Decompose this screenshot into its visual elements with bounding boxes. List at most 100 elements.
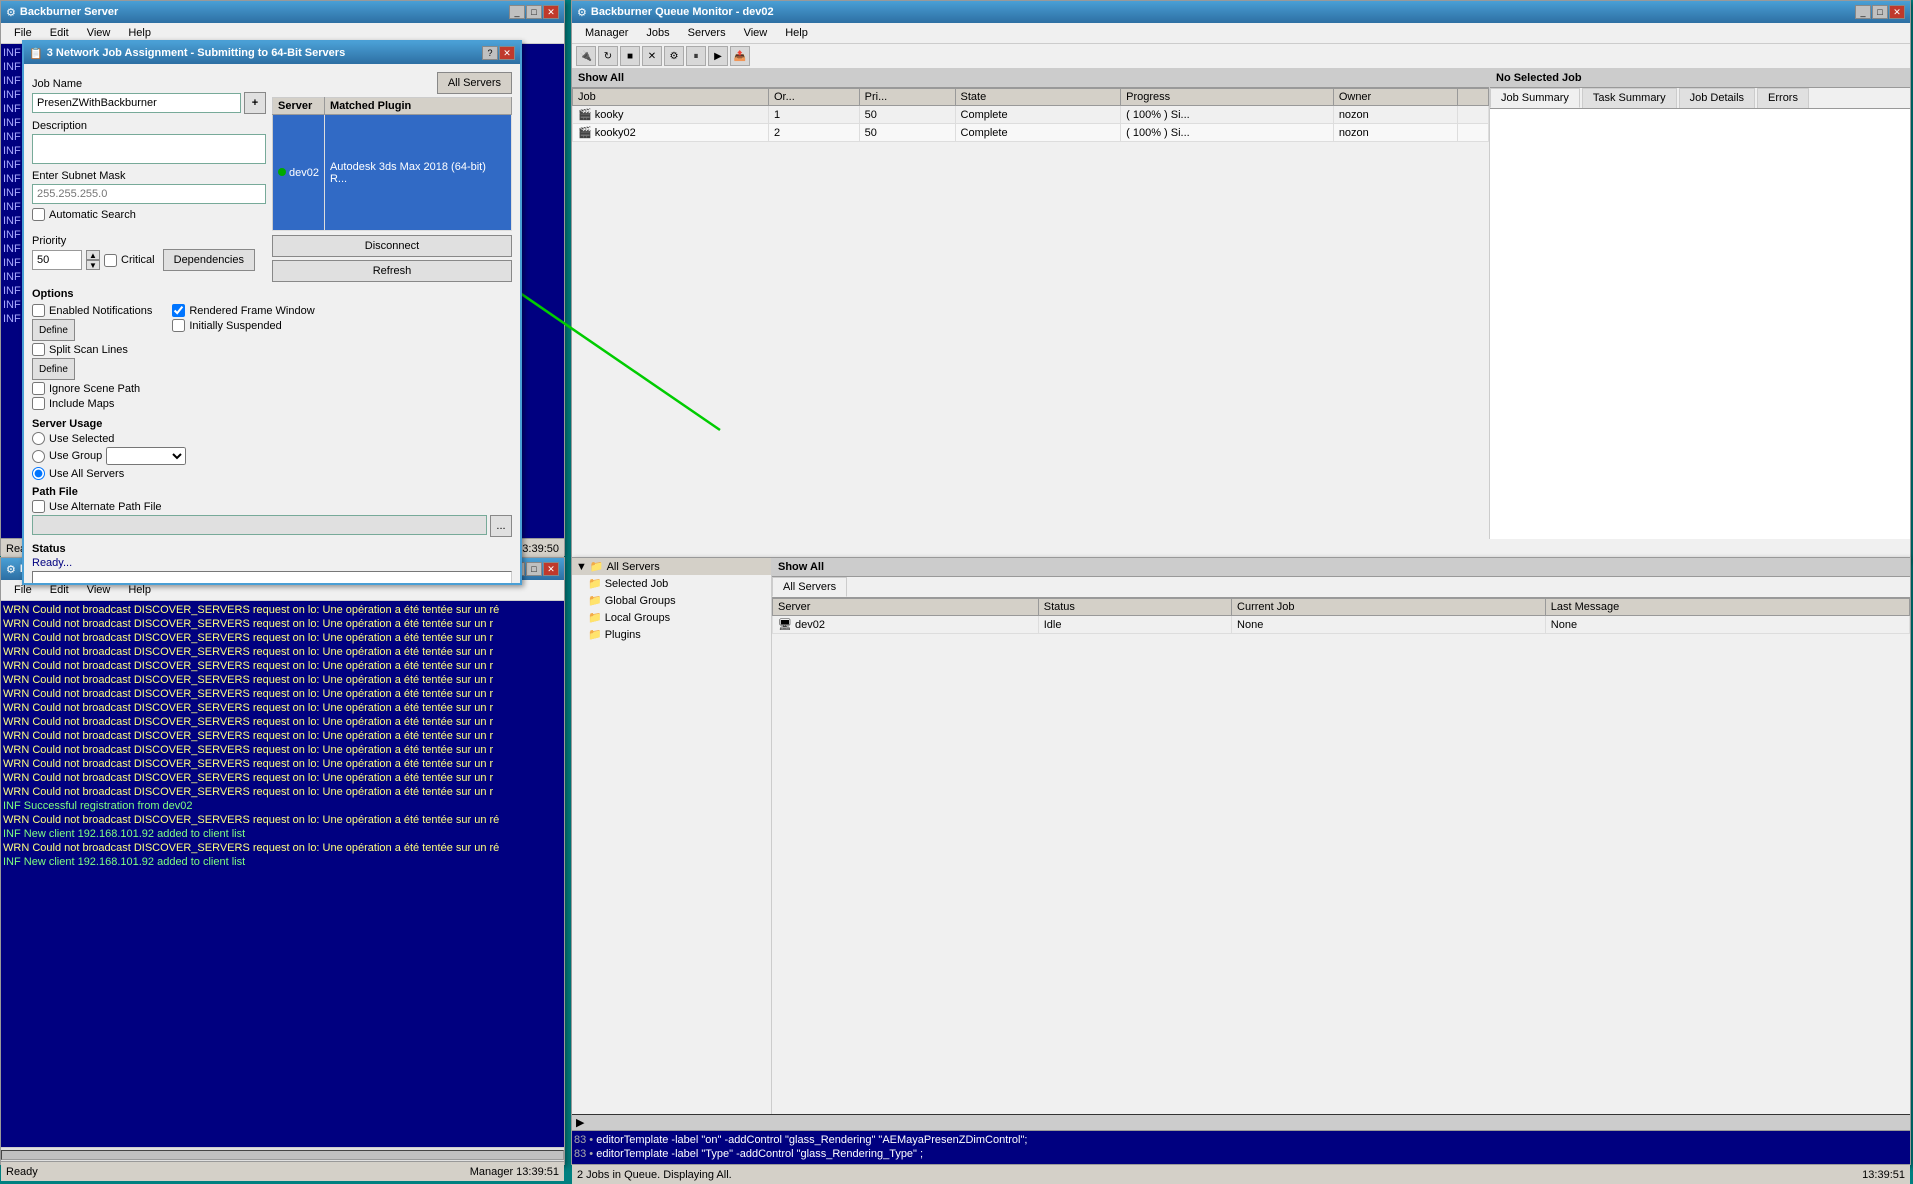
ignore-scene-path-checkbox[interactable] [32, 382, 45, 395]
green-dot-icon [278, 168, 286, 176]
menu-jobs[interactable]: Jobs [638, 25, 677, 41]
backburner-queue-monitor-window: ⚙ Backburner Queue Monitor - dev02 _ □ ✕… [571, 0, 1911, 560]
bottom-log-content: 83 • editorTemplate -label "on" -addCont… [572, 1131, 1910, 1163]
queue-monitor-bottom: ▼ 📁 All Servers 📁 Selected Job 📁 Global … [571, 557, 1911, 1165]
initially-suspended-checkbox[interactable] [172, 319, 185, 332]
path-file-input[interactable] [32, 515, 487, 535]
group-select[interactable] [106, 447, 186, 465]
priority-down-btn[interactable]: ▼ [86, 260, 100, 270]
queue-minimize-btn[interactable]: _ [1855, 5, 1871, 19]
tab-task-summary[interactable]: Task Summary [1582, 88, 1677, 108]
queue-maximize-btn[interactable]: □ [1872, 5, 1888, 19]
menu-manager[interactable]: Manager [577, 25, 636, 41]
path-browse-btn[interactable]: ... [490, 515, 512, 537]
disconnect-btn[interactable]: Disconnect [272, 235, 512, 257]
manager-scrollbar[interactable] [1, 1147, 564, 1161]
priority-input[interactable] [32, 250, 82, 270]
menu-servers[interactable]: Servers [680, 25, 734, 41]
play-icon[interactable]: ▶ [708, 46, 728, 66]
tab-job-summary[interactable]: Job Summary [1490, 88, 1580, 108]
stop-icon[interactable]: ■ [620, 46, 640, 66]
manager-maximize-btn[interactable]: □ [526, 562, 542, 576]
queue-menubar: Manager Jobs Servers View Help [572, 23, 1910, 44]
menu-edit[interactable]: Edit [42, 25, 77, 41]
manager-status-left: Ready [6, 1166, 38, 1178]
maximize-btn[interactable]: □ [526, 5, 542, 19]
queue-close-btn[interactable]: ✕ [1889, 5, 1905, 19]
job-name-label: Job Name [32, 78, 266, 90]
connect-icon[interactable]: 🔌 [576, 46, 596, 66]
job-dialog-body: Job Name + Description Enter Subnet Mask… [24, 64, 520, 583]
add-job-btn[interactable]: + [244, 92, 266, 114]
define-btn-2[interactable]: Define [32, 358, 75, 380]
status-section: Status Ready... [32, 543, 512, 583]
include-maps-checkbox[interactable] [32, 397, 45, 410]
tree-global-groups[interactable]: 📁 Global Groups [584, 592, 771, 609]
tab-all-servers[interactable]: All Servers [772, 577, 847, 597]
refresh-btn[interactable]: Refresh [272, 260, 512, 282]
all-servers-btn[interactable]: All Servers [437, 72, 512, 94]
subnet-mask-input[interactable] [32, 184, 266, 204]
server-row-dev02[interactable]: 🖥 dev02 Idle None None [773, 616, 1910, 634]
auto-search-label: Automatic Search [49, 209, 136, 221]
use-alternate-path-checkbox[interactable] [32, 500, 45, 513]
tree-indent-1: 📁 Selected Job 📁 Global Groups 📁 Local G… [572, 575, 771, 643]
split-scan-lines-checkbox[interactable] [32, 343, 45, 356]
queue-toolbar: 🔌 ↻ ■ ✕ ⚙ ⏸ ▶ 📤 [572, 44, 1910, 69]
log-line-inf: INF New client 192.168.101.92 added to c… [3, 827, 562, 841]
log-line: WRN Could not broadcast DISCOVER_SERVERS… [3, 729, 562, 743]
define-btn-1[interactable]: Define [32, 319, 75, 341]
queue-job-row-1[interactable]: 🎬 kooky 1 50 Complete ( 100% ) Si... noz… [573, 106, 1489, 124]
show-all-header: Show All [572, 69, 1489, 88]
film-icon-1: 🎬 [578, 109, 592, 121]
folder-icon: 📁 [590, 560, 604, 573]
manager-close-btn[interactable]: ✕ [543, 562, 559, 576]
col-extra [1457, 89, 1488, 106]
bottom-log-arrow[interactable]: ▶ [576, 1116, 584, 1129]
use-group-radio[interactable] [32, 450, 45, 463]
menu-help-queue[interactable]: Help [777, 25, 816, 41]
folder-icon-2: 📁 [588, 577, 602, 590]
job-dialog-icon: 📋 [29, 47, 43, 60]
auto-search-checkbox[interactable] [32, 208, 45, 221]
critical-checkbox[interactable] [104, 254, 117, 267]
description-input[interactable] [32, 134, 266, 164]
menu-view[interactable]: View [736, 25, 776, 41]
tree-plugins[interactable]: 📁 Plugins [584, 626, 771, 643]
server-row[interactable]: dev02 Autodesk 3ds Max 2018 (64-bit) R..… [273, 115, 512, 231]
menu-view[interactable]: View [79, 25, 119, 41]
tree-all-servers[interactable]: ▼ 📁 All Servers [572, 558, 771, 575]
col-progress: Progress [1121, 89, 1334, 106]
queue-job-row-2[interactable]: 🎬 kooky02 2 50 Complete ( 100% ) Si... n… [573, 124, 1489, 142]
dependencies-btn[interactable]: Dependencies [163, 249, 255, 271]
split-scan-lines-label: Split Scan Lines [49, 344, 128, 356]
status-value: Ready... [32, 557, 512, 569]
dialog-help-btn[interactable]: ? [482, 46, 498, 60]
tab-job-details[interactable]: Job Details [1679, 88, 1755, 108]
enabled-notifications-checkbox[interactable] [32, 304, 45, 317]
delete-icon[interactable]: ✕ [642, 46, 662, 66]
tab-errors[interactable]: Errors [1757, 88, 1809, 108]
export-icon[interactable]: 📤 [730, 46, 750, 66]
path-file-section: Path File Use Alternate Path File ... [32, 486, 512, 537]
settings-icon[interactable]: ⚙ [664, 46, 684, 66]
use-all-servers-radio[interactable] [32, 467, 45, 480]
tree-local-groups[interactable]: 📁 Local Groups [584, 609, 771, 626]
queue-job-order-2: 2 [769, 124, 860, 142]
dialog-close-btn[interactable]: ✕ [499, 46, 515, 60]
tree-selected-job[interactable]: 📁 Selected Job [584, 575, 771, 592]
close-btn[interactable]: ✕ [543, 5, 559, 19]
minimize-btn[interactable]: _ [509, 5, 525, 19]
rendered-frame-window-checkbox[interactable] [172, 304, 185, 317]
use-selected-radio[interactable] [32, 432, 45, 445]
servers-table: Server Status Current Job Last Message 🖥… [772, 598, 1910, 634]
tree-global-groups-label: Global Groups [605, 595, 676, 607]
refresh-icon[interactable]: ↻ [598, 46, 618, 66]
no-selected-job-header: No Selected Job [1490, 69, 1910, 88]
job-name-input[interactable] [32, 93, 241, 113]
col-current-job: Current Job [1232, 599, 1546, 616]
menu-file[interactable]: File [6, 25, 40, 41]
priority-up-btn[interactable]: ▲ [86, 250, 100, 260]
pause-icon[interactable]: ⏸ [686, 46, 706, 66]
menu-help[interactable]: Help [120, 25, 159, 41]
